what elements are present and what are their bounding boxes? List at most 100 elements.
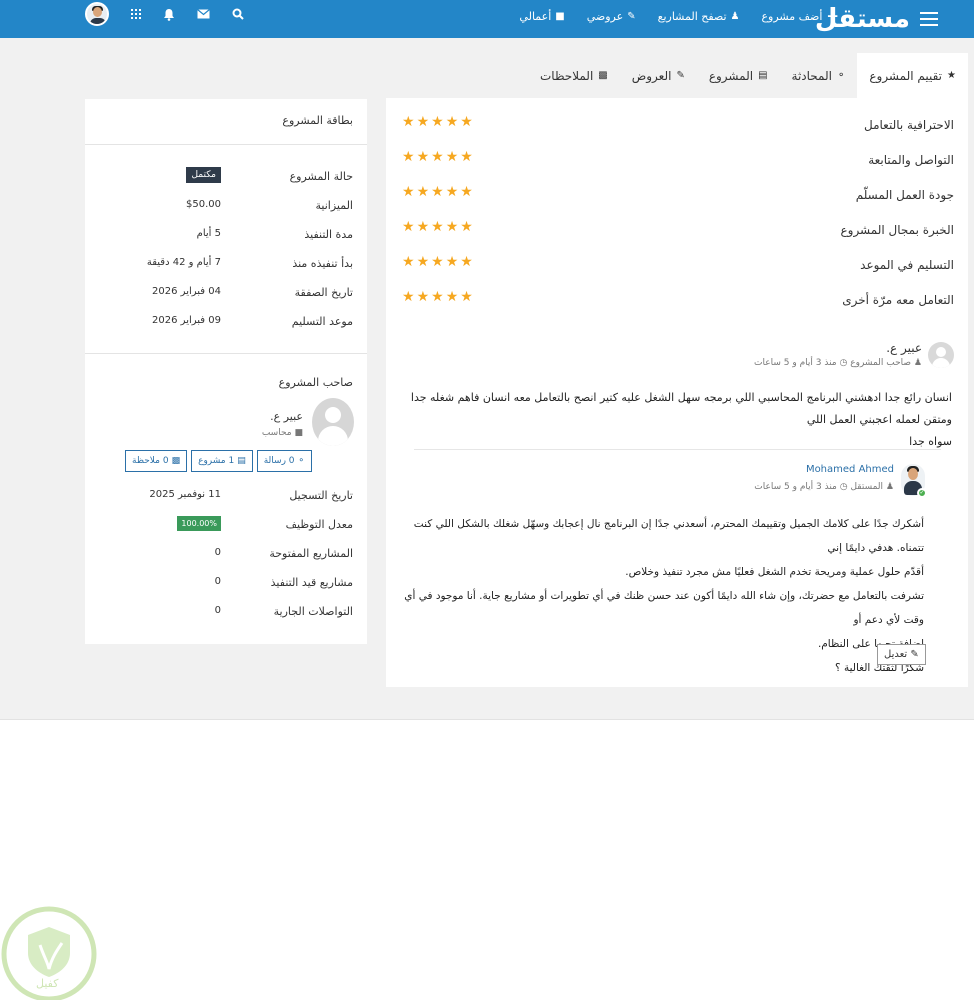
star-icon: ★ bbox=[402, 254, 415, 270]
owner-name[interactable]: عبير ع. bbox=[270, 410, 303, 423]
nav-add-project[interactable]: + أضف مشروع bbox=[761, 7, 839, 25]
star-icon: ★ bbox=[416, 114, 430, 130]
edit-reply-button[interactable]: ✎ تعديل bbox=[877, 644, 926, 665]
open-projects-value: 0 bbox=[214, 547, 221, 558]
rating-label: التواصل والمتابعة bbox=[868, 153, 954, 167]
registered-value: 11 نوفمبر 2025 bbox=[149, 489, 221, 500]
divider bbox=[414, 449, 941, 450]
tab-label: تقييم المشروع bbox=[869, 68, 943, 83]
rating-label: التعامل معه مرّة أخرى bbox=[842, 293, 954, 307]
conversations-value: 0 bbox=[214, 605, 221, 616]
star-icon: ★ bbox=[460, 149, 473, 165]
star-rating: ★ ★ ★ ★ ★ bbox=[402, 254, 473, 270]
star-icon: ★ bbox=[402, 114, 415, 130]
star-rating: ★ ★ ★ ★ ★ bbox=[402, 149, 473, 165]
apps-grid-icon[interactable] bbox=[131, 9, 141, 19]
owner-heading: صاحب المشروع bbox=[278, 376, 353, 389]
star-icon: ★ bbox=[460, 254, 473, 270]
edit-icon: ✎ bbox=[676, 70, 685, 81]
registered-label: تاريخ التسجيل bbox=[289, 489, 353, 502]
hamburger-menu-icon[interactable] bbox=[920, 12, 938, 26]
star-icon: ★ bbox=[416, 289, 430, 305]
rating-row: جودة العمل المسلّم ★ ★ ★ ★ ★ bbox=[386, 184, 968, 204]
tab-project-review[interactable]: ★ تقييم المشروع bbox=[857, 53, 968, 98]
nav-links: + أضف مشروع ♟ تصفح المشاريع ✎ عروضي ■ أع… bbox=[519, 0, 839, 32]
tab-bids[interactable]: ✎ العروض bbox=[620, 53, 697, 98]
replier-name[interactable]: Mohamed Ahmed bbox=[806, 464, 894, 475]
star-icon: ★ bbox=[460, 114, 473, 130]
star-icon: ★ bbox=[460, 289, 473, 305]
star-icon: ★ bbox=[416, 149, 430, 165]
started-value: 7 أيام و 42 دقيقة bbox=[146, 257, 221, 268]
rating-label: الاحترافية بالتعامل bbox=[863, 118, 954, 132]
star-icon: ★ bbox=[431, 254, 444, 270]
star-rating: ★ ★ ★ ★ ★ bbox=[402, 219, 473, 235]
star-icon: ★ bbox=[416, 219, 430, 235]
budget-value: $50.00 bbox=[186, 199, 221, 210]
reply-line: إضافة تحبها على النظام. bbox=[817, 638, 924, 650]
note-icon: ▩ bbox=[171, 456, 181, 466]
owner-projects-button[interactable]: ▤ 1 مشروع bbox=[191, 450, 253, 472]
search-icon[interactable] bbox=[232, 8, 244, 20]
open-projects-label: المشاريع المفتوحة bbox=[269, 547, 353, 560]
reply-role: المستقل bbox=[850, 482, 884, 492]
verified-check-icon: ✓ bbox=[917, 488, 927, 498]
star-rating: ★ ★ ★ ★ ★ bbox=[402, 184, 473, 200]
top-navbar: مستقل + أضف مشروع ♟ تصفح المشاريع ✎ عروض… bbox=[0, 0, 974, 38]
tab-conversation[interactable]: ⚬ المحادثة bbox=[780, 53, 858, 98]
bell-icon[interactable] bbox=[163, 8, 175, 21]
user-avatar[interactable] bbox=[85, 2, 109, 26]
rating-row: التعامل معه مرّة أخرى ★ ★ ★ ★ ★ bbox=[386, 289, 968, 309]
nav-my-bids[interactable]: ✎ عروضي bbox=[587, 10, 636, 23]
review-line: انسان رائع جدا ادهشني البرنامج المحاسبي … bbox=[410, 391, 952, 426]
rating-row: الخبرة بمجال المشروع ★ ★ ★ ★ ★ bbox=[386, 219, 968, 239]
delivery-value: 09 فبراير 2026 bbox=[152, 315, 221, 326]
deal-date-value: 04 فبراير 2026 bbox=[152, 286, 221, 297]
project-card-title: بطاقة المشروع bbox=[282, 114, 353, 127]
reply-line: أقدّم حلول عملية ومريحة تخدم الشغل فعليً… bbox=[625, 566, 924, 578]
rating-row: التسليم في الموعد ★ ★ ★ ★ ★ bbox=[386, 254, 968, 274]
note-icon: ▩ bbox=[598, 70, 608, 81]
reviewer-avatar[interactable] bbox=[928, 342, 954, 368]
deal-date-label: تاريخ الصفقة bbox=[294, 286, 353, 299]
owner-messages-button[interactable]: ⚬ 0 رسالة bbox=[256, 450, 313, 472]
users-icon: ♟ bbox=[730, 10, 740, 22]
nav-tools bbox=[85, 0, 244, 28]
nav-my-works[interactable]: ■ أعمالي bbox=[519, 10, 564, 23]
reply-line: تشرفت بالتعامل مع حضرتك، وإن شاء الله دا… bbox=[404, 590, 924, 626]
star-icon: ★ bbox=[460, 219, 473, 235]
replier-avatar[interactable]: ✓ bbox=[901, 464, 927, 498]
owner-avatar[interactable] bbox=[312, 398, 354, 446]
conversations-label: التواصلات الجارية bbox=[273, 605, 353, 618]
reply-time: منذ 3 أيام و 5 ساعات bbox=[754, 482, 837, 492]
review-meta: ♟ صاحب المشروع ◷ منذ 3 أيام و 5 ساعات bbox=[754, 358, 922, 368]
star-icon: ★ bbox=[402, 184, 415, 200]
edit-icon: ✎ bbox=[910, 649, 919, 660]
in-progress-value: 0 bbox=[214, 576, 221, 587]
tab-project[interactable]: ▤ المشروع bbox=[697, 53, 780, 98]
project-card: بطاقة المشروع حالة المشروع مكتمل الميزان… bbox=[85, 99, 367, 644]
budget-label: الميزانية bbox=[315, 199, 354, 212]
owner-notes-button[interactable]: ▩ 0 ملاحظة bbox=[125, 450, 188, 472]
reply-meta: ♟ المستقل ◷ منذ 3 أيام و 5 ساعات bbox=[754, 482, 894, 492]
tab-label: الملاحظات bbox=[539, 68, 594, 83]
star-icon: ★ bbox=[445, 149, 459, 165]
edit-button-label: تعديل bbox=[884, 649, 908, 660]
owner-projects-label: 1 مشروع bbox=[198, 456, 235, 466]
tab-notes[interactable]: ▩ الملاحظات bbox=[528, 53, 620, 98]
project-tabs: ★ تقييم المشروع ⚬ المحادثة ▤ المشروع ✎ ا… bbox=[528, 53, 968, 98]
rating-label: الخبرة بمجال المشروع bbox=[840, 223, 954, 237]
reviewer-name[interactable]: عبير ع. bbox=[886, 341, 922, 355]
mail-icon[interactable] bbox=[197, 9, 210, 19]
tab-label: المشروع bbox=[708, 68, 754, 83]
star-icon: ★ bbox=[445, 184, 459, 200]
star-icon: ★ bbox=[460, 184, 473, 200]
nav-add-project-label: أضف مشروع bbox=[761, 9, 823, 23]
reply-line: شكرًا لثقتك الغالية ؟ bbox=[835, 662, 924, 674]
star-icon: ★ bbox=[947, 70, 956, 81]
briefcase-icon: ■ bbox=[294, 428, 303, 438]
star-icon: ★ bbox=[416, 184, 430, 200]
nav-browse-projects[interactable]: ♟ تصفح المشاريع bbox=[658, 10, 740, 23]
star-icon: ★ bbox=[445, 219, 459, 235]
rating-row: التواصل والمتابعة ★ ★ ★ ★ ★ bbox=[386, 149, 968, 169]
